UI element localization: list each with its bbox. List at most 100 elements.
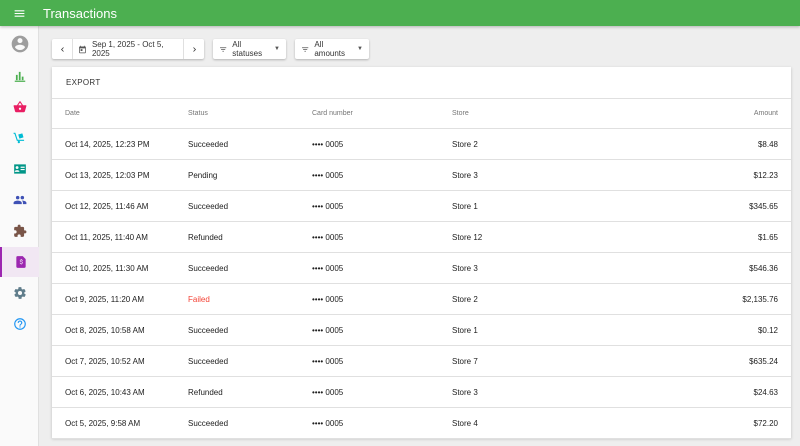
sidebar-item-users[interactable]	[0, 185, 39, 215]
caret-down-icon: ▼	[357, 46, 363, 52]
table-row[interactable]: Oct 12, 2025, 11:46 AM Succeeded •••• 00…	[52, 191, 791, 222]
cell-card-number: •••• 0005	[312, 387, 344, 397]
account-circle-icon	[11, 35, 28, 53]
table-row[interactable]: Oct 10, 2025, 11:30 AM Succeeded •••• 00…	[52, 253, 791, 284]
cell-store: Store 12	[452, 232, 483, 242]
table-row[interactable]: Oct 13, 2025, 12:03 PM Pending •••• 0005…	[52, 160, 791, 191]
cell-amount: $72.20	[753, 418, 778, 428]
cell-store: Store 7	[452, 356, 478, 366]
cell-store: Store 2	[452, 294, 478, 304]
cell-store: Store 2	[452, 139, 478, 149]
cell-card-number: •••• 0005	[312, 201, 344, 211]
table-row[interactable]: Oct 14, 2025, 12:23 PM Succeeded •••• 00…	[52, 129, 791, 160]
cell-date: Oct 11, 2025, 11:40 AM	[65, 232, 148, 242]
caret-down-icon: ▼	[274, 46, 280, 52]
cell-store: Store 4	[452, 418, 478, 428]
column-header-date[interactable]: Date	[52, 110, 188, 117]
table-row[interactable]: Oct 5, 2025, 9:58 AM Succeeded •••• 0005…	[52, 408, 791, 439]
puzzle-icon	[13, 224, 26, 237]
sidebar-item-analytics[interactable]	[0, 61, 39, 91]
sidebar	[0, 26, 39, 446]
bar-chart-icon	[14, 71, 25, 82]
sidebar-item-account[interactable]	[0, 29, 39, 59]
cell-store: Store 3	[452, 387, 478, 397]
cell-date: Oct 12, 2025, 11:46 AM	[65, 201, 149, 211]
calendar-icon	[79, 45, 86, 53]
column-header-card-number[interactable]: Card number	[312, 110, 452, 117]
app-bar: Transactions	[0, 0, 800, 26]
sidebar-item-delivery[interactable]	[0, 123, 39, 153]
date-range-picker: Sep 1, 2025 - Oct 5, 2025	[52, 39, 204, 59]
column-header-store[interactable]: Store	[452, 110, 652, 117]
cell-card-number: •••• 0005	[312, 263, 344, 273]
contact-card-icon	[13, 164, 26, 174]
cell-date: Oct 9, 2025, 11:20 AM	[65, 294, 145, 304]
card-header: EXPORT	[52, 67, 791, 99]
filter-icon	[220, 46, 227, 52]
column-header-amount[interactable]: Amount	[652, 110, 791, 117]
cell-date: Oct 7, 2025, 10:52 AM	[65, 356, 145, 366]
cell-date: Oct 10, 2025, 11:30 AM	[65, 263, 149, 273]
amount-filter-label: All amounts	[314, 40, 346, 58]
help-circle-icon	[13, 318, 26, 330]
cell-status: Succeeded	[188, 325, 229, 335]
table-row[interactable]: Oct 6, 2025, 10:43 AM Refunded •••• 0005…	[52, 377, 791, 408]
cell-card-number: •••• 0005	[312, 418, 344, 428]
status-filter-label: All statuses	[232, 40, 263, 58]
table-row[interactable]: Oct 7, 2025, 10:52 AM Succeeded •••• 000…	[52, 346, 791, 377]
cell-amount: $635.24	[749, 356, 778, 366]
sidebar-item-orders[interactable]	[0, 92, 39, 122]
cell-card-number: •••• 0005	[312, 170, 344, 180]
table-row[interactable]: Oct 11, 2025, 11:40 AM Refunded •••• 000…	[52, 222, 791, 253]
cell-date: Oct 5, 2025, 9:58 AM	[65, 418, 141, 428]
menu-icon	[14, 9, 24, 17]
sidebar-item-transactions[interactable]	[0, 247, 39, 277]
date-range-label: Sep 1, 2025 - Oct 5, 2025	[91, 40, 164, 58]
export-button[interactable]: EXPORT	[66, 78, 101, 87]
cell-status: Refunded	[188, 232, 223, 242]
cell-amount: $0.12	[757, 325, 778, 335]
cell-status-failed: Failed	[188, 294, 210, 304]
previous-period-button[interactable]	[52, 39, 72, 59]
cell-status: Succeeded	[188, 356, 229, 366]
cell-store: Store 1	[452, 325, 478, 335]
date-range-button[interactable]: Sep 1, 2025 - Oct 5, 2025	[73, 40, 183, 58]
status-filter-dropdown[interactable]: All statuses ▼	[213, 39, 286, 59]
menu-button[interactable]	[0, 0, 38, 26]
cell-store: Store 1	[452, 201, 478, 211]
cell-status: Refunded	[188, 387, 223, 397]
cell-status: Pending	[188, 170, 218, 180]
cell-date: Oct 6, 2025, 10:43 AM	[65, 387, 145, 397]
cell-status: Succeeded	[188, 139, 229, 149]
page-title: Transactions	[43, 5, 117, 21]
sidebar-item-help[interactable]	[0, 309, 39, 339]
column-header-status[interactable]: Status	[188, 110, 312, 117]
cell-card-number: •••• 0005	[312, 325, 344, 335]
cell-amount: $546.36	[749, 263, 778, 273]
cell-amount: $24.63	[753, 387, 778, 397]
table-header: Date Status Card number Store Amount	[52, 99, 791, 129]
cell-date: Oct 13, 2025, 12:03 PM	[65, 170, 150, 180]
next-period-button[interactable]	[184, 39, 204, 59]
cell-card-number: •••• 0005	[312, 232, 344, 242]
cell-amount: $8.48	[757, 139, 778, 149]
cell-card-number: •••• 0005	[312, 294, 344, 304]
sidebar-item-customers[interactable]	[0, 154, 39, 184]
sidebar-item-settings[interactable]	[0, 278, 39, 308]
gear-icon	[13, 287, 26, 299]
cell-amount: $2,135.76	[742, 294, 778, 304]
cell-status: Succeeded	[188, 263, 229, 273]
cell-amount: $12.23	[753, 170, 778, 180]
receipt-dollar-icon	[15, 256, 26, 268]
sidebar-item-integrations[interactable]	[0, 216, 39, 246]
dolly-icon	[13, 132, 24, 144]
people-icon	[13, 195, 26, 205]
cell-amount: $1.65	[757, 232, 778, 242]
transactions-card: EXPORT Date Status Card number Store Amo…	[52, 67, 791, 439]
cell-store: Store 3	[452, 263, 478, 273]
chevron-left-icon	[60, 46, 64, 52]
amount-filter-dropdown[interactable]: All amounts ▼	[295, 39, 369, 59]
table-row[interactable]: Oct 8, 2025, 10:58 AM Succeeded •••• 000…	[52, 315, 791, 346]
table-row[interactable]: Oct 9, 2025, 11:20 AM Failed •••• 0005 S…	[52, 284, 791, 315]
cell-status: Succeeded	[188, 201, 229, 211]
